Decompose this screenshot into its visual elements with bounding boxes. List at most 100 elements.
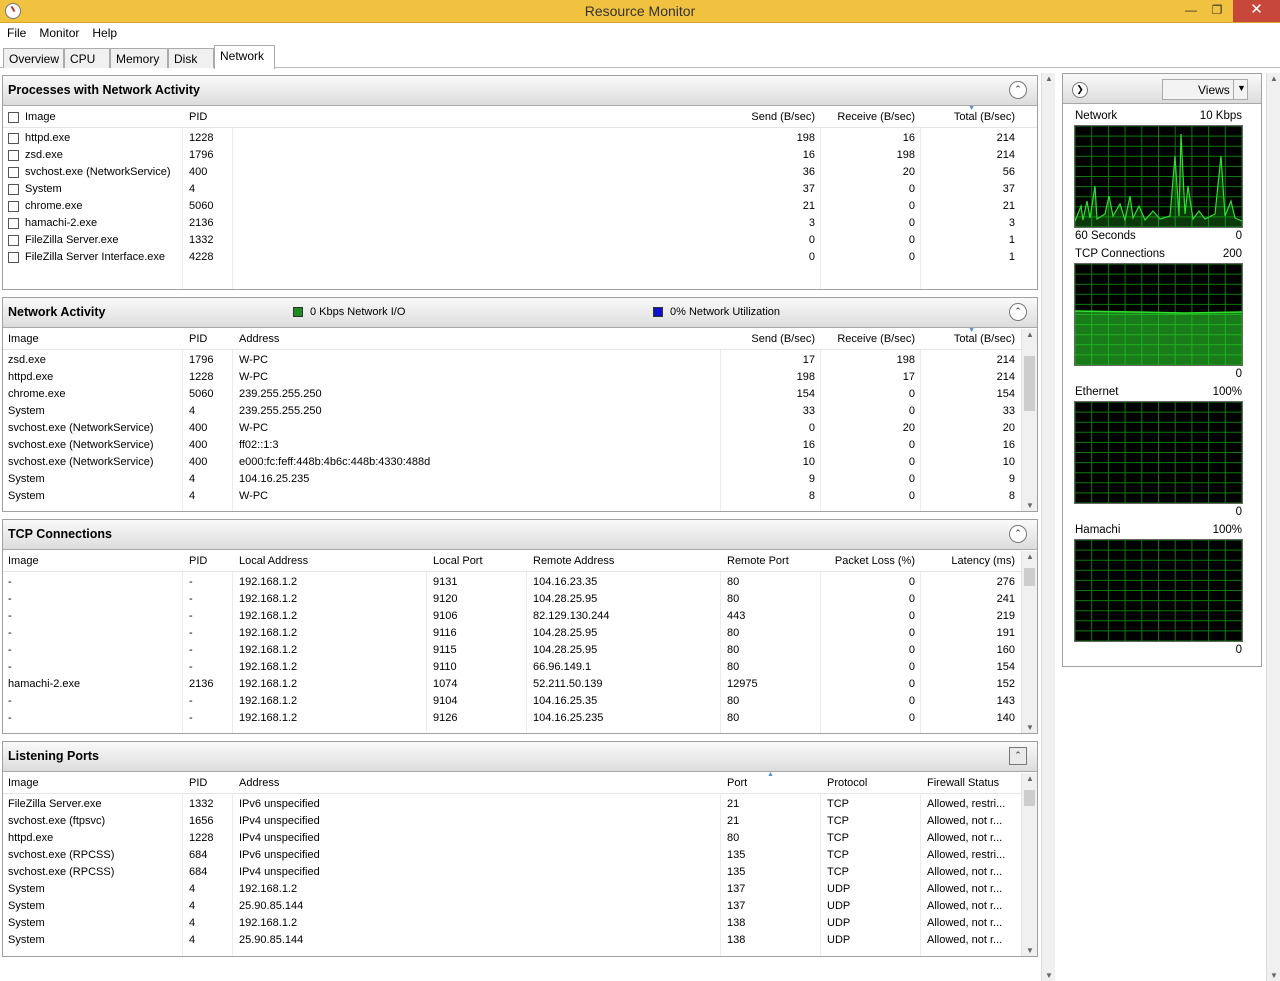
table-row[interactable]: httpd.exe 1228 198 16 214 [3, 130, 1037, 147]
right-scrollbar[interactable]: ▲ ▼ [1266, 73, 1280, 981]
row-checkbox[interactable] [8, 218, 19, 229]
minimize-button[interactable]: — [1178, 0, 1204, 22]
row-checkbox[interactable] [8, 235, 19, 246]
menu-monitor[interactable]: Monitor [32, 23, 85, 40]
col-pid[interactable]: PID [189, 555, 207, 567]
scroll-up-icon[interactable]: ▲ [1022, 330, 1037, 339]
row-checkbox[interactable] [8, 252, 19, 263]
row-checkbox[interactable] [8, 167, 19, 178]
table-row[interactable]: - - 192.168.1.2 9120 104.28.25.95 80 0 241 [3, 591, 1037, 608]
tab-overview[interactable]: Overview [3, 48, 64, 68]
table-row[interactable]: svchost.exe (NetworkService) 400 W-PC 0 20 20 [3, 420, 1037, 437]
scroll-up-icon[interactable]: ▲ [1022, 552, 1037, 561]
table-row[interactable]: - - 192.168.1.2 9106 82.129.130.244 443 0 219 [3, 608, 1037, 625]
table-row[interactable]: zsd.exe 1796 16 198 214 [3, 147, 1037, 164]
views-button[interactable]: Views ▼ [1162, 79, 1248, 100]
network-activity-header[interactable]: Network Activity 0 Kbps Network I/O 0% N… [3, 298, 1037, 328]
table-row[interactable]: httpd.exe 1228 W-PC 198 17 214 [3, 369, 1037, 386]
table-row[interactable]: svchost.exe (RPCSS) 684 IPv4 unspecified 13… [3, 864, 1037, 881]
scroll-up-icon[interactable]: ▲ [1267, 74, 1280, 83]
table-row[interactable]: hamachi-2.exe 2136 192.168.1.2 1074 52.211.5… [3, 676, 1037, 693]
table-row[interactable]: svchost.exe (NetworkService) 400 e000:fc:f… [3, 454, 1037, 471]
scroll-down-icon[interactable]: ▼ [1022, 946, 1037, 955]
col-local-address[interactable]: Local Address [239, 555, 308, 567]
col-protocol[interactable]: Protocol [827, 777, 867, 789]
col-send[interactable]: Send (B/sec) [751, 333, 815, 345]
table-row[interactable]: svchost.exe (RPCSS) 684 IPv6 unspecified 13… [3, 847, 1037, 864]
main-scrollbar[interactable]: ▲ ▼ [1041, 73, 1055, 981]
views-dropdown-icon[interactable]: ▼ [1233, 79, 1247, 100]
tab-cpu[interactable]: CPU [64, 48, 110, 68]
scroll-thumb[interactable] [1024, 790, 1035, 806]
col-remote-port[interactable]: Remote Port [727, 555, 789, 567]
table-row[interactable]: - - 192.168.1.2 9126 104.16.25.235 80 0 140 [3, 710, 1037, 727]
col-image[interactable]: Image [8, 333, 39, 345]
table-row[interactable]: zsd.exe 1796 W-PC 17 198 214 [3, 352, 1037, 369]
table-row[interactable]: - - 192.168.1.2 9115 104.28.25.95 80 0 160 [3, 642, 1037, 659]
table-row[interactable]: svchost.exe (NetworkService) 400 36 20 56 [3, 164, 1037, 181]
activity-scrollbar[interactable]: ▲ ▼ [1021, 329, 1037, 511]
col-packet-loss[interactable]: Packet Loss (%) [835, 555, 915, 567]
table-row[interactable]: httpd.exe 1228 IPv4 unspecified 80 TCP Allowe… [3, 830, 1037, 847]
col-image[interactable]: Image [8, 777, 39, 789]
col-address[interactable]: Address [239, 777, 279, 789]
col-local-port[interactable]: Local Port [433, 555, 483, 567]
scroll-down-icon[interactable]: ▼ [1022, 723, 1037, 732]
scroll-thumb[interactable] [1024, 568, 1035, 586]
col-image[interactable]: Image [8, 555, 39, 567]
table-row[interactable]: chrome.exe 5060 21 0 21 [3, 198, 1037, 215]
table-row[interactable]: FileZilla Server.exe 1332 IPv6 unspecified… [3, 796, 1037, 813]
table-row[interactable]: chrome.exe 5060 239.255.255.250 154 0 154 [3, 386, 1037, 403]
restore-button[interactable]: ❐ [1204, 0, 1230, 22]
collapse-network-activity-button[interactable]: ⌃ [1009, 303, 1027, 321]
table-row[interactable]: System 4 W-PC 8 0 8 [3, 488, 1037, 505]
tab-memory[interactable]: Memory [110, 48, 168, 68]
menu-file[interactable]: File [0, 23, 32, 40]
table-row[interactable]: svchost.exe (NetworkService) 400 ff02::1:3… [3, 437, 1037, 454]
close-button[interactable]: ✕ [1233, 0, 1280, 22]
col-pid[interactable]: PID [189, 111, 207, 123]
table-row[interactable]: FileZilla Server Interface.exe 4228 0 0 1 [3, 249, 1037, 266]
tab-disk[interactable]: Disk [168, 48, 214, 68]
collapse-listening-button[interactable]: ⌃ [1009, 747, 1027, 765]
processes-header[interactable]: Processes with Network Activity ⌃ [3, 76, 1037, 106]
listening-scrollbar[interactable]: ▲ ▼ [1021, 773, 1037, 956]
table-row[interactable]: System 4 25.90.85.144 137 UDP Allowed, not r.… [3, 898, 1037, 915]
table-row[interactable]: FileZilla Server.exe 1332 0 0 1 [3, 232, 1037, 249]
select-all-checkbox[interactable] [8, 112, 19, 123]
col-total[interactable]: Total (B/sec) [954, 111, 1015, 123]
scroll-up-icon[interactable]: ▲ [1022, 774, 1037, 783]
col-receive[interactable]: Receive (B/sec) [837, 111, 915, 123]
listening-header[interactable]: Listening Ports ⌃ [3, 742, 1037, 772]
col-pid[interactable]: PID [189, 777, 207, 789]
scroll-down-icon[interactable]: ▼ [1022, 501, 1037, 510]
col-send[interactable]: Send (B/sec) [751, 111, 815, 123]
col-firewall-status[interactable]: Firewall Status [927, 777, 999, 789]
col-address[interactable]: Address [239, 333, 279, 345]
table-row[interactable]: System 4 104.16.25.235 9 0 9 [3, 471, 1037, 488]
col-receive[interactable]: Receive (B/sec) [837, 333, 915, 345]
table-row[interactable]: - - 192.168.1.2 9104 104.16.25.35 80 0 143 [3, 693, 1037, 710]
col-image[interactable]: Image [25, 111, 56, 123]
table-row[interactable]: System 4 192.168.1.2 137 UDP Allowed, not r..… [3, 881, 1037, 898]
tcp-scrollbar[interactable]: ▲ ▼ [1021, 551, 1037, 733]
row-checkbox[interactable] [8, 201, 19, 212]
table-row[interactable]: System 4 25.90.85.144 138 UDP Allowed, not r.… [3, 932, 1037, 949]
table-row[interactable]: - - 192.168.1.2 9116 104.28.25.95 80 0 191 [3, 625, 1037, 642]
col-pid[interactable]: PID [189, 333, 207, 345]
col-port[interactable]: Port [727, 777, 747, 789]
table-row[interactable]: System 4 192.168.1.2 138 UDP Allowed, not r..… [3, 915, 1037, 932]
col-remote-address[interactable]: Remote Address [533, 555, 614, 567]
menu-help[interactable]: Help [85, 23, 123, 40]
scroll-thumb[interactable] [1024, 356, 1035, 411]
scroll-down-icon[interactable]: ▼ [1042, 971, 1056, 980]
row-checkbox[interactable] [8, 133, 19, 144]
table-row[interactable]: - - 192.168.1.2 9110 66.96.149.1 80 0 154 [3, 659, 1037, 676]
table-row[interactable]: System 4 37 0 37 [3, 181, 1037, 198]
expand-pane-icon[interactable]: ❯ [1072, 82, 1088, 98]
tab-network[interactable]: Network [214, 45, 275, 69]
scroll-down-icon[interactable]: ▼ [1267, 971, 1280, 980]
table-row[interactable]: hamachi-2.exe 2136 3 0 3 [3, 215, 1037, 232]
collapse-processes-button[interactable]: ⌃ [1009, 81, 1027, 99]
tcp-header[interactable]: TCP Connections ⌃ [3, 520, 1037, 550]
